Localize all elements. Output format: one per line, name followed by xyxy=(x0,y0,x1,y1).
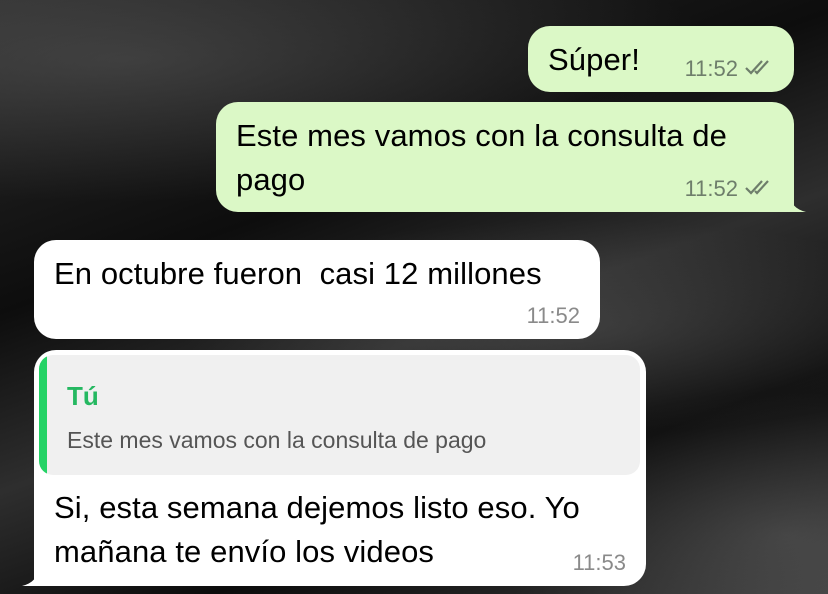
message-text: Si, esta semana dejemos listo eso. Yo ma… xyxy=(54,490,580,569)
reply-text: Este mes vamos con la consulta de pago xyxy=(67,427,487,453)
reply-author: Tú xyxy=(67,381,99,411)
message-time: 11:53 xyxy=(572,550,626,575)
message-time: 11:52 xyxy=(684,176,738,201)
message-meta: 11:53 xyxy=(573,550,626,576)
message-meta: 11:52 xyxy=(685,56,772,82)
message-meta: 11:52 xyxy=(527,303,580,329)
message-meta: 11:52 xyxy=(685,176,772,202)
message-bubble-outgoing[interactable]: Este mes vamos con la consulta de pago 1… xyxy=(216,102,806,212)
double-check-icon xyxy=(744,176,772,202)
reply-accent-bar xyxy=(39,355,47,475)
message-text: Súper! xyxy=(548,42,640,77)
double-check-icon xyxy=(744,56,772,82)
message-bubble-outgoing[interactable]: Súper! 11:52 xyxy=(528,26,794,92)
message-bubble-incoming[interactable]: En octubre fueron casi 12 millones 11:52 xyxy=(34,240,600,339)
message-text: En octubre fueron casi 12 millones xyxy=(54,256,542,291)
reply-quote[interactable]: Tú Este mes vamos con la consulta de pag… xyxy=(39,355,640,475)
message-time: 11:52 xyxy=(526,303,580,328)
bubble-tail xyxy=(22,566,46,586)
message-bubble-incoming[interactable]: Tú Este mes vamos con la consulta de pag… xyxy=(22,350,646,586)
message-time: 11:52 xyxy=(684,56,738,81)
bubble-tail xyxy=(782,192,806,212)
